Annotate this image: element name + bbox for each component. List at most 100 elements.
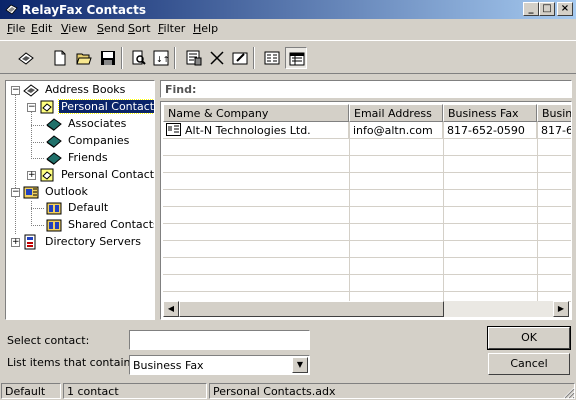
- list-items-select[interactable]: Business Fax ▼: [129, 355, 310, 375]
- open-icon: [76, 53, 92, 65]
- contacts-book-icon: [40, 168, 54, 182]
- select-contact-label: Select contact:: [7, 334, 90, 347]
- open-button[interactable]: [73, 47, 95, 69]
- empty-row: [163, 173, 571, 190]
- horizontal-scrollbar[interactable]: ◀ ▶: [163, 301, 569, 317]
- menu-edit[interactable]: Edit: [31, 22, 52, 35]
- new-icon: [54, 50, 66, 66]
- tree-node-friends[interactable]: Friends: [46, 150, 146, 166]
- edit-icon: [232, 52, 248, 65]
- delete-button[interactable]: [206, 47, 228, 69]
- address-book-tree[interactable]: − Address Books − Personal Contacts Asso…: [5, 80, 155, 320]
- list-items-value: Business Fax: [133, 359, 204, 372]
- relayfax-contacts-window: RelayFax Contacts _ □ × File Edit View S…: [0, 0, 576, 400]
- sort-button[interactable]: ↓↑: [150, 47, 172, 69]
- properties-icon: [186, 50, 202, 66]
- list-items-label: List items that contain:: [7, 356, 135, 369]
- cell-name: Alt-N Technologies Ltd.: [163, 122, 349, 139]
- cell-business-fax: 817-652-0590: [443, 122, 537, 139]
- menu-send[interactable]: Send: [97, 22, 125, 35]
- empty-row: [163, 275, 571, 292]
- tree-node-default[interactable]: Default: [46, 200, 146, 216]
- cancel-button[interactable]: Cancel: [488, 353, 570, 375]
- tree-connector: [31, 201, 32, 226]
- print-preview-button[interactable]: [128, 47, 150, 69]
- select-contact-input[interactable]: [129, 330, 310, 350]
- sort-icon: ↓↑: [153, 50, 169, 66]
- find-bar[interactable]: Find:: [160, 80, 572, 98]
- expand-toggle[interactable]: +: [27, 171, 36, 180]
- cell-business-phone: 817-65: [537, 122, 571, 139]
- scroll-left-button[interactable]: ◀: [163, 301, 179, 317]
- find-label: Find:: [165, 83, 197, 96]
- column-divider: [349, 122, 350, 302]
- menu-bar: File Edit View Send Sort Filter Help: [0, 19, 576, 39]
- toolbar-separator: [253, 47, 255, 69]
- menu-help[interactable]: Help: [193, 22, 218, 35]
- table-row[interactable]: Alt-N Technologies Ltd. info@altn.com 81…: [163, 122, 571, 139]
- collapse-toggle[interactable]: −: [11, 86, 20, 95]
- group-book-icon: [46, 152, 62, 165]
- minimize-button[interactable]: _: [523, 2, 539, 16]
- empty-row: [163, 156, 571, 173]
- toolbar-separator: [121, 47, 123, 69]
- collapse-toggle[interactable]: −: [11, 188, 20, 197]
- title-bar[interactable]: RelayFax Contacts _ □ ×: [0, 0, 576, 19]
- resize-grip-icon[interactable]: [562, 386, 575, 399]
- column-header-business-fax[interactable]: Business Fax: [443, 104, 537, 122]
- print-preview-icon: [132, 50, 146, 65]
- maximize-button[interactable]: □: [539, 2, 555, 16]
- menu-file[interactable]: File: [7, 22, 25, 35]
- tree-connector: [31, 158, 44, 159]
- tree-connector: [31, 110, 32, 159]
- list-view-button[interactable]: [261, 47, 283, 69]
- tree-node-associates[interactable]: Associates: [46, 116, 146, 132]
- menu-sort[interactable]: Sort: [128, 22, 151, 35]
- edit-button[interactable]: [229, 47, 251, 69]
- address-book-icon: [23, 84, 39, 97]
- column-header-name[interactable]: Name & Company: [163, 104, 349, 122]
- delete-icon: [210, 51, 224, 65]
- column-header-business-phone[interactable]: Busines: [537, 104, 571, 122]
- details-view-button[interactable]: [285, 47, 307, 69]
- empty-row: [163, 207, 571, 224]
- tree-node-personal-contacts[interactable]: Personal Contacts: [39, 99, 154, 115]
- close-button[interactable]: ×: [557, 2, 573, 16]
- contacts-list[interactable]: Name & Company Email Address Business Fa…: [160, 101, 572, 320]
- svg-text:↓↑: ↓↑: [156, 55, 169, 64]
- list-view-icon: [264, 51, 280, 65]
- contact-card-icon: [166, 123, 181, 136]
- empty-row: [163, 139, 571, 156]
- tree-node-companies[interactable]: Companies: [46, 133, 146, 149]
- tree-node-personal-contacts-2[interactable]: Personal Contacts: [39, 167, 154, 183]
- save-button[interactable]: [97, 47, 119, 69]
- tree-node-outlook[interactable]: Outlook: [23, 184, 143, 200]
- menu-filter[interactable]: Filter: [158, 22, 185, 35]
- status-address-book: Default: [1, 383, 61, 399]
- tree-node-directory-servers[interactable]: Directory Servers: [23, 234, 153, 250]
- directory-server-icon: [24, 234, 36, 250]
- column-header-email[interactable]: Email Address: [349, 104, 443, 122]
- cell-email: info@altn.com: [349, 122, 443, 139]
- scroll-right-button[interactable]: ▶: [553, 301, 569, 317]
- address-book-icon: [18, 52, 34, 65]
- details-view-icon: [289, 52, 305, 66]
- collapse-toggle[interactable]: −: [27, 103, 36, 112]
- tree-connector: [31, 208, 44, 209]
- ok-button[interactable]: OK: [487, 326, 571, 350]
- menu-view[interactable]: View: [61, 22, 87, 35]
- properties-button[interactable]: [183, 47, 205, 69]
- column-divider: [537, 122, 538, 302]
- scroll-thumb[interactable]: [179, 301, 444, 317]
- toolbar-separator: [174, 47, 176, 69]
- new-button[interactable]: [49, 47, 71, 69]
- address-book-button[interactable]: [15, 47, 37, 69]
- tree-node-shared-contacts[interactable]: Shared Contacts: [46, 217, 154, 233]
- chevron-down-icon[interactable]: ▼: [292, 357, 308, 373]
- expand-toggle[interactable]: +: [11, 238, 20, 247]
- column-divider: [443, 122, 444, 302]
- group-book-icon: [46, 118, 62, 131]
- status-file: Personal Contacts.adx: [209, 383, 575, 399]
- tree-connector: [31, 142, 44, 143]
- tree-node-address-books[interactable]: Address Books: [23, 82, 153, 98]
